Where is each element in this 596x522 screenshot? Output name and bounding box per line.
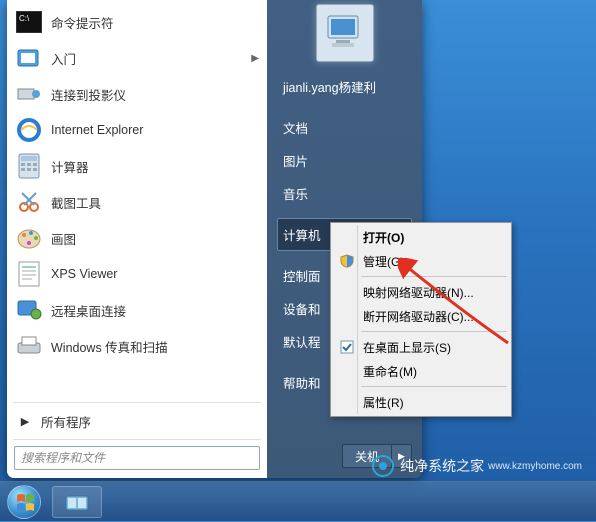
documents-link[interactable]: 文档 bbox=[277, 111, 412, 144]
program-label: 画图 bbox=[51, 229, 259, 248]
svg-text:C:\: C:\ bbox=[19, 14, 30, 23]
ctx-label: 打开(O) bbox=[363, 229, 404, 246]
ctx-label: 属性(R) bbox=[363, 394, 404, 411]
program-label: 命令提示符 bbox=[51, 13, 259, 32]
calculator-icon bbox=[15, 152, 43, 180]
program-label: 计算器 bbox=[51, 157, 259, 176]
ctx-open[interactable]: 打开(O) bbox=[333, 225, 509, 249]
chevron-right-icon: ▶ bbox=[15, 415, 35, 428]
program-item-calculator[interactable]: 计算器 bbox=[7, 148, 267, 184]
check-icon bbox=[338, 338, 356, 356]
program-item-ie[interactable]: Internet Explorer bbox=[7, 112, 267, 148]
username-link[interactable]: jianli.yang杨建利 bbox=[277, 70, 412, 103]
program-item-getting-started[interactable]: 入门 ▶ bbox=[7, 40, 267, 76]
watermark-logo-icon bbox=[372, 455, 394, 477]
computer-monitor-icon bbox=[322, 10, 368, 56]
program-label: Internet Explorer bbox=[51, 123, 259, 137]
separator bbox=[361, 276, 507, 277]
program-label: 远程桌面连接 bbox=[51, 301, 259, 320]
program-item-cmd[interactable]: C:\ 命令提示符 bbox=[7, 4, 267, 40]
getting-started-icon bbox=[15, 44, 43, 72]
desktop: C:\ 命令提示符 入门 ▶ 连接到投影仪 bbox=[0, 0, 596, 521]
all-programs-label: 所有程序 bbox=[41, 412, 259, 431]
watermark: 纯净系统之家 www.kzmyhome.com bbox=[372, 455, 582, 477]
search-container bbox=[14, 446, 260, 470]
taskbar bbox=[0, 481, 596, 521]
ctx-label: 断开网络驱动器(C)... bbox=[363, 308, 474, 325]
separator bbox=[361, 331, 507, 332]
ctx-manage[interactable]: 管理(G) bbox=[333, 249, 509, 273]
program-label: 连接到投影仪 bbox=[51, 85, 259, 104]
windows-logo-icon bbox=[7, 485, 41, 519]
music-link[interactable]: 音乐 bbox=[277, 177, 412, 210]
all-programs-button[interactable]: ▶ 所有程序 bbox=[7, 405, 267, 437]
ie-icon bbox=[15, 116, 43, 144]
submenu-arrow-icon: ▶ bbox=[251, 53, 259, 64]
ctx-properties[interactable]: 属性(R) bbox=[333, 390, 509, 414]
ctx-map-drive[interactable]: 映射网络驱动器(N)... bbox=[333, 280, 509, 304]
program-item-xps[interactable]: XPS Viewer bbox=[7, 256, 267, 292]
paint-icon bbox=[15, 224, 43, 252]
pictures-link[interactable]: 图片 bbox=[277, 144, 412, 177]
watermark-url: www.kzmyhome.com bbox=[488, 461, 582, 472]
projector-icon bbox=[15, 80, 43, 108]
program-item-fax[interactable]: Windows 传真和扫描 bbox=[7, 328, 267, 364]
program-list: C:\ 命令提示符 入门 ▶ 连接到投影仪 bbox=[7, 4, 267, 400]
ctx-show-on-desktop[interactable]: 在桌面上显示(S) bbox=[333, 335, 509, 359]
user-picture[interactable] bbox=[316, 4, 374, 62]
program-label: 截图工具 bbox=[51, 193, 259, 212]
search-input[interactable] bbox=[14, 446, 260, 470]
ctx-label: 管理(G) bbox=[363, 253, 404, 270]
cmd-icon: C:\ bbox=[15, 8, 43, 36]
program-label: XPS Viewer bbox=[51, 267, 259, 281]
separator bbox=[13, 439, 261, 440]
program-label: 入门 bbox=[51, 49, 251, 68]
fax-icon bbox=[15, 332, 43, 360]
start-button[interactable] bbox=[0, 482, 48, 522]
rdp-icon bbox=[15, 296, 43, 324]
ctx-label: 重命名(M) bbox=[363, 363, 417, 380]
snipping-icon bbox=[15, 188, 43, 216]
program-item-rdp[interactable]: 远程桌面连接 bbox=[7, 292, 267, 328]
watermark-text: 纯净系统之家 bbox=[400, 456, 484, 476]
shield-icon bbox=[338, 252, 356, 270]
program-item-projector[interactable]: 连接到投影仪 bbox=[7, 76, 267, 112]
program-item-snipping[interactable]: 截图工具 bbox=[7, 184, 267, 220]
taskbar-item[interactable] bbox=[52, 486, 102, 518]
context-menu: 打开(O) 管理(G) 映射网络驱动器(N)... 断开网络驱动器(C)... … bbox=[330, 222, 512, 417]
xps-icon bbox=[15, 260, 43, 288]
ctx-label: 映射网络驱动器(N)... bbox=[363, 284, 474, 301]
ctx-label: 在桌面上显示(S) bbox=[363, 339, 451, 356]
program-item-paint[interactable]: 画图 bbox=[7, 220, 267, 256]
explorer-icon bbox=[65, 492, 89, 512]
separator bbox=[361, 386, 507, 387]
start-menu-left-pane: C:\ 命令提示符 入门 ▶ 连接到投影仪 bbox=[7, 0, 267, 478]
program-label: Windows 传真和扫描 bbox=[51, 337, 259, 356]
separator bbox=[13, 402, 261, 403]
ctx-disconnect-drive[interactable]: 断开网络驱动器(C)... bbox=[333, 304, 509, 328]
ctx-rename[interactable]: 重命名(M) bbox=[333, 359, 509, 383]
